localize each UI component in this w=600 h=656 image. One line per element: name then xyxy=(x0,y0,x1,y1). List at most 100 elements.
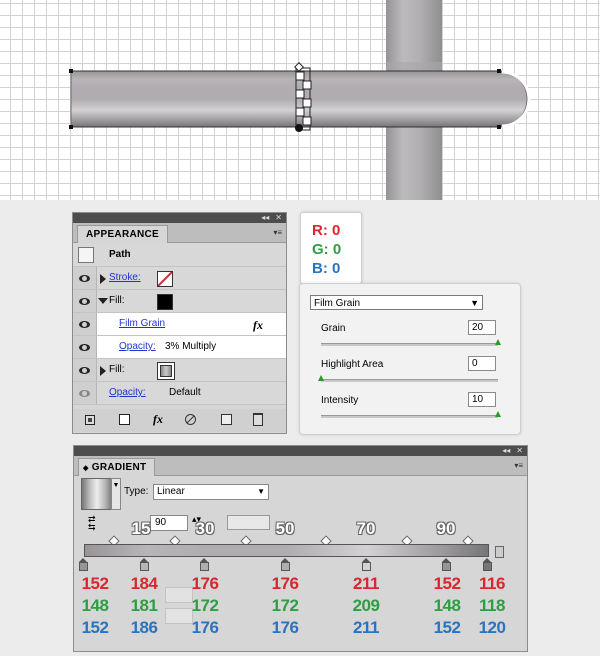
path-label: Path xyxy=(109,249,131,260)
stop-red-value: 152 xyxy=(81,574,109,593)
stroke-none-swatch[interactable] xyxy=(157,271,173,287)
intensity-slider-thumb[interactable] xyxy=(495,411,501,417)
gradient-slider-bar[interactable] xyxy=(84,544,489,557)
gradient-color-stop[interactable] xyxy=(79,558,88,571)
artboard-canvas[interactable] xyxy=(0,0,600,200)
tab-arrows-icon: ◆ xyxy=(83,465,89,472)
chevron-down-icon: ▼ xyxy=(257,487,265,496)
film-grain-settings: Film Grain ▼ Grain 20 Highlight Area 0 I… xyxy=(299,283,521,435)
visibility-eye-icon[interactable] xyxy=(79,298,90,305)
type-label: Type: xyxy=(124,486,149,497)
stop-blue-value: 186 xyxy=(130,618,158,637)
fill-label: Fill: xyxy=(109,364,125,375)
tab-appearance[interactable]: APPEARANCE xyxy=(77,225,169,243)
expand-triangle-icon[interactable] xyxy=(100,366,106,376)
visibility-eye-icon[interactable] xyxy=(79,275,90,282)
stop-blue-value: 176 xyxy=(271,618,299,637)
gradient-color-stop[interactable] xyxy=(483,558,492,571)
stop-green-value: 148 xyxy=(433,596,461,615)
close-icon[interactable]: ✕ xyxy=(516,446,523,456)
gradient-color-stop[interactable] xyxy=(442,558,451,571)
trash-icon[interactable] xyxy=(253,413,263,426)
stop-blue-value: 152 xyxy=(433,618,461,637)
gradient-swatch-dropdown[interactable]: ▼ xyxy=(111,478,121,510)
intensity-slider[interactable] xyxy=(321,415,498,418)
stop-red-value: 211 xyxy=(353,574,379,593)
rgb-readout: R: 0 G: 0 B: 0 xyxy=(300,212,362,284)
opacity-value: Default xyxy=(169,387,201,398)
visibility-eye-icon[interactable] xyxy=(79,344,90,351)
highlight-area-label: Highlight Area xyxy=(321,359,384,370)
visibility-eye-icon[interactable] xyxy=(79,367,90,374)
opacity-link[interactable]: Opacity: xyxy=(119,341,156,352)
collapse-triangle-icon[interactable] xyxy=(98,298,108,304)
stroke-label[interactable]: Stroke: xyxy=(109,272,141,283)
appearance-row-fill-black[interactable]: Fill: xyxy=(73,290,286,313)
stop-green-value: 148 xyxy=(81,596,109,615)
filter-select[interactable]: Film Grain ▼ xyxy=(310,295,483,310)
stop-location-label: 70 xyxy=(356,519,376,538)
add-stroke-icon[interactable] xyxy=(85,415,95,425)
visibility-eye-icon[interactable] xyxy=(79,321,90,328)
panel-menu-icon[interactable]: ▾≡ xyxy=(514,461,523,470)
intensity-input[interactable]: 10 xyxy=(468,392,496,407)
stop-green-value: 172 xyxy=(271,596,299,615)
tab-gradient-label: GRADIENT xyxy=(91,462,147,473)
type-select-value: Linear xyxy=(157,486,185,497)
grain-input[interactable]: 20 xyxy=(468,320,496,335)
panel-menu-icon[interactable]: ▾≡ xyxy=(273,228,282,237)
path-thumbnail-icon xyxy=(78,247,94,263)
stop-location-label: 90 xyxy=(436,519,456,538)
clear-appearance-icon[interactable] xyxy=(185,414,196,425)
appearance-row-opacity-default[interactable]: Opacity: Default xyxy=(73,382,286,405)
close-icon[interactable]: ✕ xyxy=(275,213,282,223)
collapse-icon[interactable]: ◂◂ xyxy=(261,213,269,223)
pipe-artwork xyxy=(69,0,531,200)
grain-label: Grain xyxy=(321,323,346,334)
gradient-color-stop[interactable] xyxy=(140,558,149,571)
stop-green-value: 181 xyxy=(130,596,158,615)
type-select[interactable]: Linear ▼ xyxy=(153,484,269,500)
visibility-eye-icon[interactable] xyxy=(79,390,90,397)
duplicate-item-icon[interactable] xyxy=(221,414,232,425)
stop-red-value: 152 xyxy=(433,574,461,593)
opacity-value: 3% Multiply xyxy=(165,341,217,352)
opacity-link[interactable]: Opacity: xyxy=(109,387,146,398)
reverse-gradient-icon[interactable]: ⇄ ⇆ xyxy=(88,515,96,532)
tab-gradient[interactable]: ◆ GRADIENT xyxy=(78,458,156,476)
appearance-row-opacity-multiply[interactable]: Opacity: 3% Multiply xyxy=(73,336,286,359)
panel-topbar[interactable]: ◂◂ ✕ xyxy=(73,213,286,223)
gradient-color-stop[interactable] xyxy=(200,558,209,571)
add-fill-icon[interactable] xyxy=(119,414,130,425)
stop-blue-value: 152 xyxy=(81,618,109,637)
film-grain-effect-link[interactable]: Film Grain xyxy=(119,318,165,329)
gradient-preview-swatch[interactable] xyxy=(81,478,113,510)
grain-slider[interactable] xyxy=(321,343,498,346)
expand-triangle-icon[interactable] xyxy=(100,274,106,284)
highlight-area-input[interactable]: 0 xyxy=(468,356,496,371)
add-effect-fx-icon[interactable]: fx xyxy=(153,412,163,427)
gradient-color-stop[interactable] xyxy=(362,558,371,571)
red-value: R: 0 xyxy=(312,222,341,239)
stop-location-label: 15 xyxy=(131,519,151,538)
blue-value: B: 0 xyxy=(312,260,341,277)
panel-topbar[interactable]: ◂◂ ✕ xyxy=(74,446,527,456)
fill-label: Fill: xyxy=(109,295,125,306)
grain-slider-thumb[interactable] xyxy=(495,339,501,345)
delete-stop-icon[interactable] xyxy=(495,546,504,558)
fill-gradient-swatch[interactable] xyxy=(157,362,175,380)
fill-black-swatch[interactable] xyxy=(157,294,173,310)
fx-icon[interactable]: fx xyxy=(253,318,263,333)
gradient-color-stop[interactable] xyxy=(281,558,290,571)
stop-location-label: 30 xyxy=(195,519,215,538)
appearance-row-path[interactable]: Path xyxy=(73,244,286,267)
appearance-row-stroke[interactable]: Stroke: xyxy=(73,267,286,290)
stop-blue-value: 211 xyxy=(353,618,379,637)
highlight-area-slider[interactable] xyxy=(321,379,498,382)
appearance-row-film-grain[interactable]: Film Grain fx xyxy=(73,313,286,336)
collapse-icon[interactable]: ◂◂ xyxy=(502,446,510,456)
appearance-row-fill-gradient[interactable]: Fill: xyxy=(73,359,286,382)
aspect-ratio-input[interactable] xyxy=(227,515,270,530)
appearance-tab-row: APPEARANCE ▾≡ xyxy=(73,223,286,243)
highlight-area-slider-thumb[interactable] xyxy=(318,375,324,381)
